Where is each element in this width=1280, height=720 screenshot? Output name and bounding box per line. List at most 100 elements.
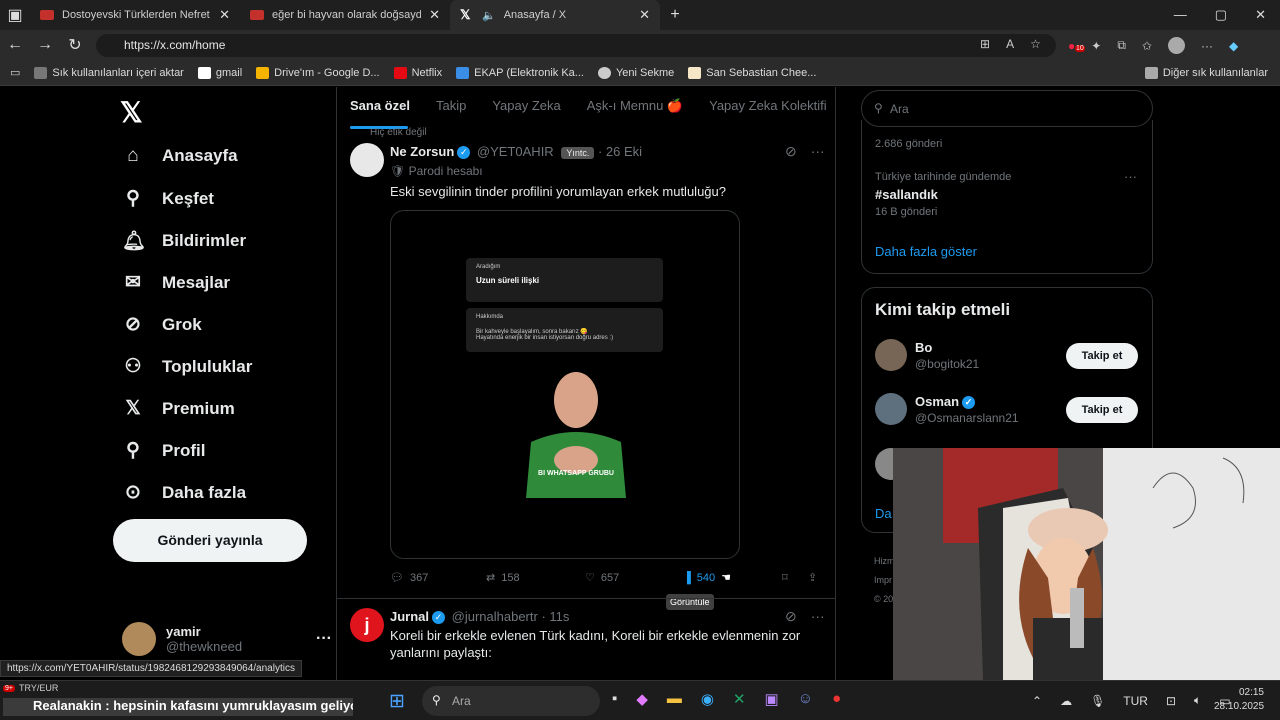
profile-avatar-icon[interactable] — [1167, 37, 1185, 54]
discord-icon[interactable]: ☺ — [798, 690, 813, 708]
follow-button[interactable]: Takip et — [1066, 343, 1138, 369]
tab-for-you[interactable]: Sana özel — [350, 98, 410, 114]
windows-start-icon[interactable]: ⊞ — [389, 690, 405, 713]
show-more-link[interactable]: Daha fazla göster — [875, 244, 977, 259]
excel-icon[interactable]: ✕ — [733, 690, 746, 708]
tweet-author-name[interactable]: Jurnal — [390, 609, 429, 624]
close-tab-icon[interactable]: ✕ — [429, 7, 440, 23]
follow-name[interactable]: Bo — [915, 340, 932, 355]
bookmarks-menu-icon[interactable]: ▭ — [10, 66, 20, 79]
nav-communities[interactable]: ⚇ Topluluklar — [122, 355, 252, 378]
extension-icon[interactable]: ● 10 — [1068, 39, 1085, 53]
browser-tab-active[interactable]: 𝕏 🔈 Anasayfa / X ✕ — [450, 0, 660, 30]
nav-premium[interactable]: 𝕏 Premium — [122, 397, 234, 420]
follow-name[interactable]: Osman ✓ — [915, 394, 976, 410]
nav-notifications[interactable]: 🔔︎ Bildirimler — [122, 229, 246, 253]
account-switcher[interactable]: yamir @thewkneed ··· — [122, 622, 332, 656]
views-button[interactable]: ▐ 540 ☚ — [683, 571, 731, 585]
bookmark-item[interactable]: Drive'ım - Google D... — [256, 66, 380, 79]
tweet-handle[interactable]: @jurnalhabertr — [452, 609, 538, 624]
nav-more[interactable]: ⊙ Daha fazla — [122, 481, 246, 504]
repost-button[interactable]: ⇄ 158 — [486, 571, 520, 585]
tweet-time[interactable]: · 11s — [541, 609, 569, 624]
clock[interactable]: 02:15 28.10.2025 — [1214, 686, 1264, 714]
x-home-logo[interactable]: 𝕏 — [120, 96, 143, 129]
nav-profile[interactable]: ⚲ Profil — [122, 439, 205, 462]
tweet-avatar[interactable]: j — [350, 608, 384, 642]
bookmark-item[interactable]: San Sebastian Chee... — [688, 66, 816, 79]
account-more-icon[interactable]: ··· — [316, 630, 332, 648]
bookmark-item[interactable]: gmail — [197, 66, 242, 79]
other-bookmarks[interactable]: Diğer sık kullanılanlar — [1144, 66, 1268, 79]
footer-link[interactable]: Hizm — [874, 552, 895, 571]
copilot-icon[interactable]: ◆ — [1229, 39, 1238, 53]
tab-ask-i-memnu[interactable]: Aşk-ı Memnu 🍎 — [587, 98, 683, 114]
ticker-widget[interactable]: 9+ TRY/EUR — [3, 683, 58, 693]
bookmark-item[interactable]: Sık kullanılanları içeri aktar — [34, 66, 184, 79]
bookmark-item[interactable]: EKAP (Elektronik Ka... — [456, 66, 584, 79]
read-aloud-icon[interactable]: A — [1006, 37, 1014, 51]
like-button[interactable]: ♡ 657 — [585, 571, 619, 585]
avatar[interactable] — [875, 393, 907, 425]
grok-explain-icon[interactable]: ⊘ — [785, 608, 797, 625]
bookmark-item[interactable]: Netflix — [393, 66, 442, 79]
grok-explain-icon[interactable]: ⊘ — [785, 143, 797, 160]
show-more-link[interactable]: Da — [875, 506, 892, 521]
split-screen-icon[interactable]: ⧉ — [1117, 38, 1126, 53]
footer-link[interactable]: Impr — [874, 571, 895, 590]
browser-tab[interactable]: Dostoyevski Türklerden Nefret Ed ✕ — [30, 0, 240, 30]
favorites-icon[interactable]: ✩ — [1142, 39, 1152, 53]
task-view-icon[interactable]: ▪ — [612, 690, 617, 708]
trend-more-icon[interactable]: ··· — [1124, 169, 1137, 184]
tab-ai-collective[interactable]: Yapay Zeka Kolektifi — [709, 98, 827, 114]
window-close-icon[interactable]: ✕ — [1255, 7, 1266, 23]
tab-actions-icon[interactable]: ▣ — [0, 5, 30, 25]
language-indicator[interactable]: TUR — [1123, 694, 1148, 708]
close-tab-icon[interactable]: ✕ — [639, 7, 650, 23]
network-icon[interactable]: ⊡ — [1166, 694, 1176, 708]
nav-explore[interactable]: ⚲ Keşfet — [122, 187, 214, 210]
back-icon[interactable]: ← — [0, 36, 30, 54]
volume-icon[interactable]: 🔈︎ — [1194, 693, 1201, 708]
avatar[interactable] — [875, 339, 907, 371]
tab-ai[interactable]: Yapay Zeka — [492, 98, 560, 114]
url-field[interactable]: https://x.com/home — [96, 34, 1056, 57]
app-icon[interactable]: ● — [832, 690, 841, 708]
file-explorer-icon[interactable]: ▬ — [667, 690, 682, 708]
settings-more-icon[interactable]: ··· — [1201, 39, 1213, 53]
bookmark-button[interactable]: ⌑ — [782, 571, 788, 584]
nav-home[interactable]: ⌂ Anasayfa — [122, 145, 237, 167]
forward-icon[interactable]: → — [30, 36, 60, 54]
tweet-more-icon[interactable]: ··· — [811, 608, 825, 625]
onenote-icon[interactable]: ▣ — [765, 690, 779, 708]
onedrive-icon[interactable]: ☁ — [1060, 694, 1072, 708]
reply-button[interactable]: 💬︎ 367 — [390, 571, 428, 585]
extensions-icon[interactable]: ✦ — [1091, 39, 1101, 53]
maximize-icon[interactable]: ▢ — [1215, 7, 1227, 23]
nav-grok[interactable]: ⊘ Grok — [122, 313, 202, 336]
copilot-icon[interactable]: ◆ — [636, 690, 648, 708]
edge-icon[interactable]: ◉ — [701, 690, 714, 708]
tweet-time[interactable]: · 26 Eki — [598, 144, 642, 159]
close-tab-icon[interactable]: ✕ — [219, 7, 230, 23]
tweet-handle[interactable]: @YET0AHIR — [477, 144, 554, 159]
bookmark-item[interactable]: Yeni Sekme — [597, 66, 674, 79]
app-icon[interactable]: ⊞ — [980, 37, 990, 51]
post-button[interactable]: Gönderi yayınla — [113, 519, 307, 562]
follow-button[interactable]: Takip et — [1066, 397, 1138, 423]
nav-messages[interactable]: ✉ Mesajlar — [122, 271, 230, 294]
tray-overflow-icon[interactable]: ⌃ — [1032, 694, 1042, 708]
favorite-star-icon[interactable]: ☆ — [1030, 37, 1041, 51]
taskbar-search[interactable]: ⚲ Ara — [422, 686, 600, 716]
tweet-avatar[interactable] — [350, 143, 384, 177]
microphone-icon[interactable]: 🎙︎ — [1090, 694, 1105, 708]
browser-tab[interactable]: eğer bi hayvan olarak doğsaydın ✕ — [240, 0, 450, 30]
tweet-author-name[interactable]: Ne Zorsun — [390, 144, 454, 159]
reload-icon[interactable]: ↻ — [60, 35, 90, 55]
new-tab-icon[interactable]: + — [660, 6, 690, 24]
tab-following[interactable]: Takip — [436, 98, 466, 114]
share-button[interactable]: ⇪ — [808, 571, 817, 584]
trend-hashtag[interactable]: #sallandık — [875, 187, 938, 202]
tweet-more-icon[interactable]: ··· — [811, 143, 825, 160]
minimize-icon[interactable]: — — [1174, 7, 1187, 23]
